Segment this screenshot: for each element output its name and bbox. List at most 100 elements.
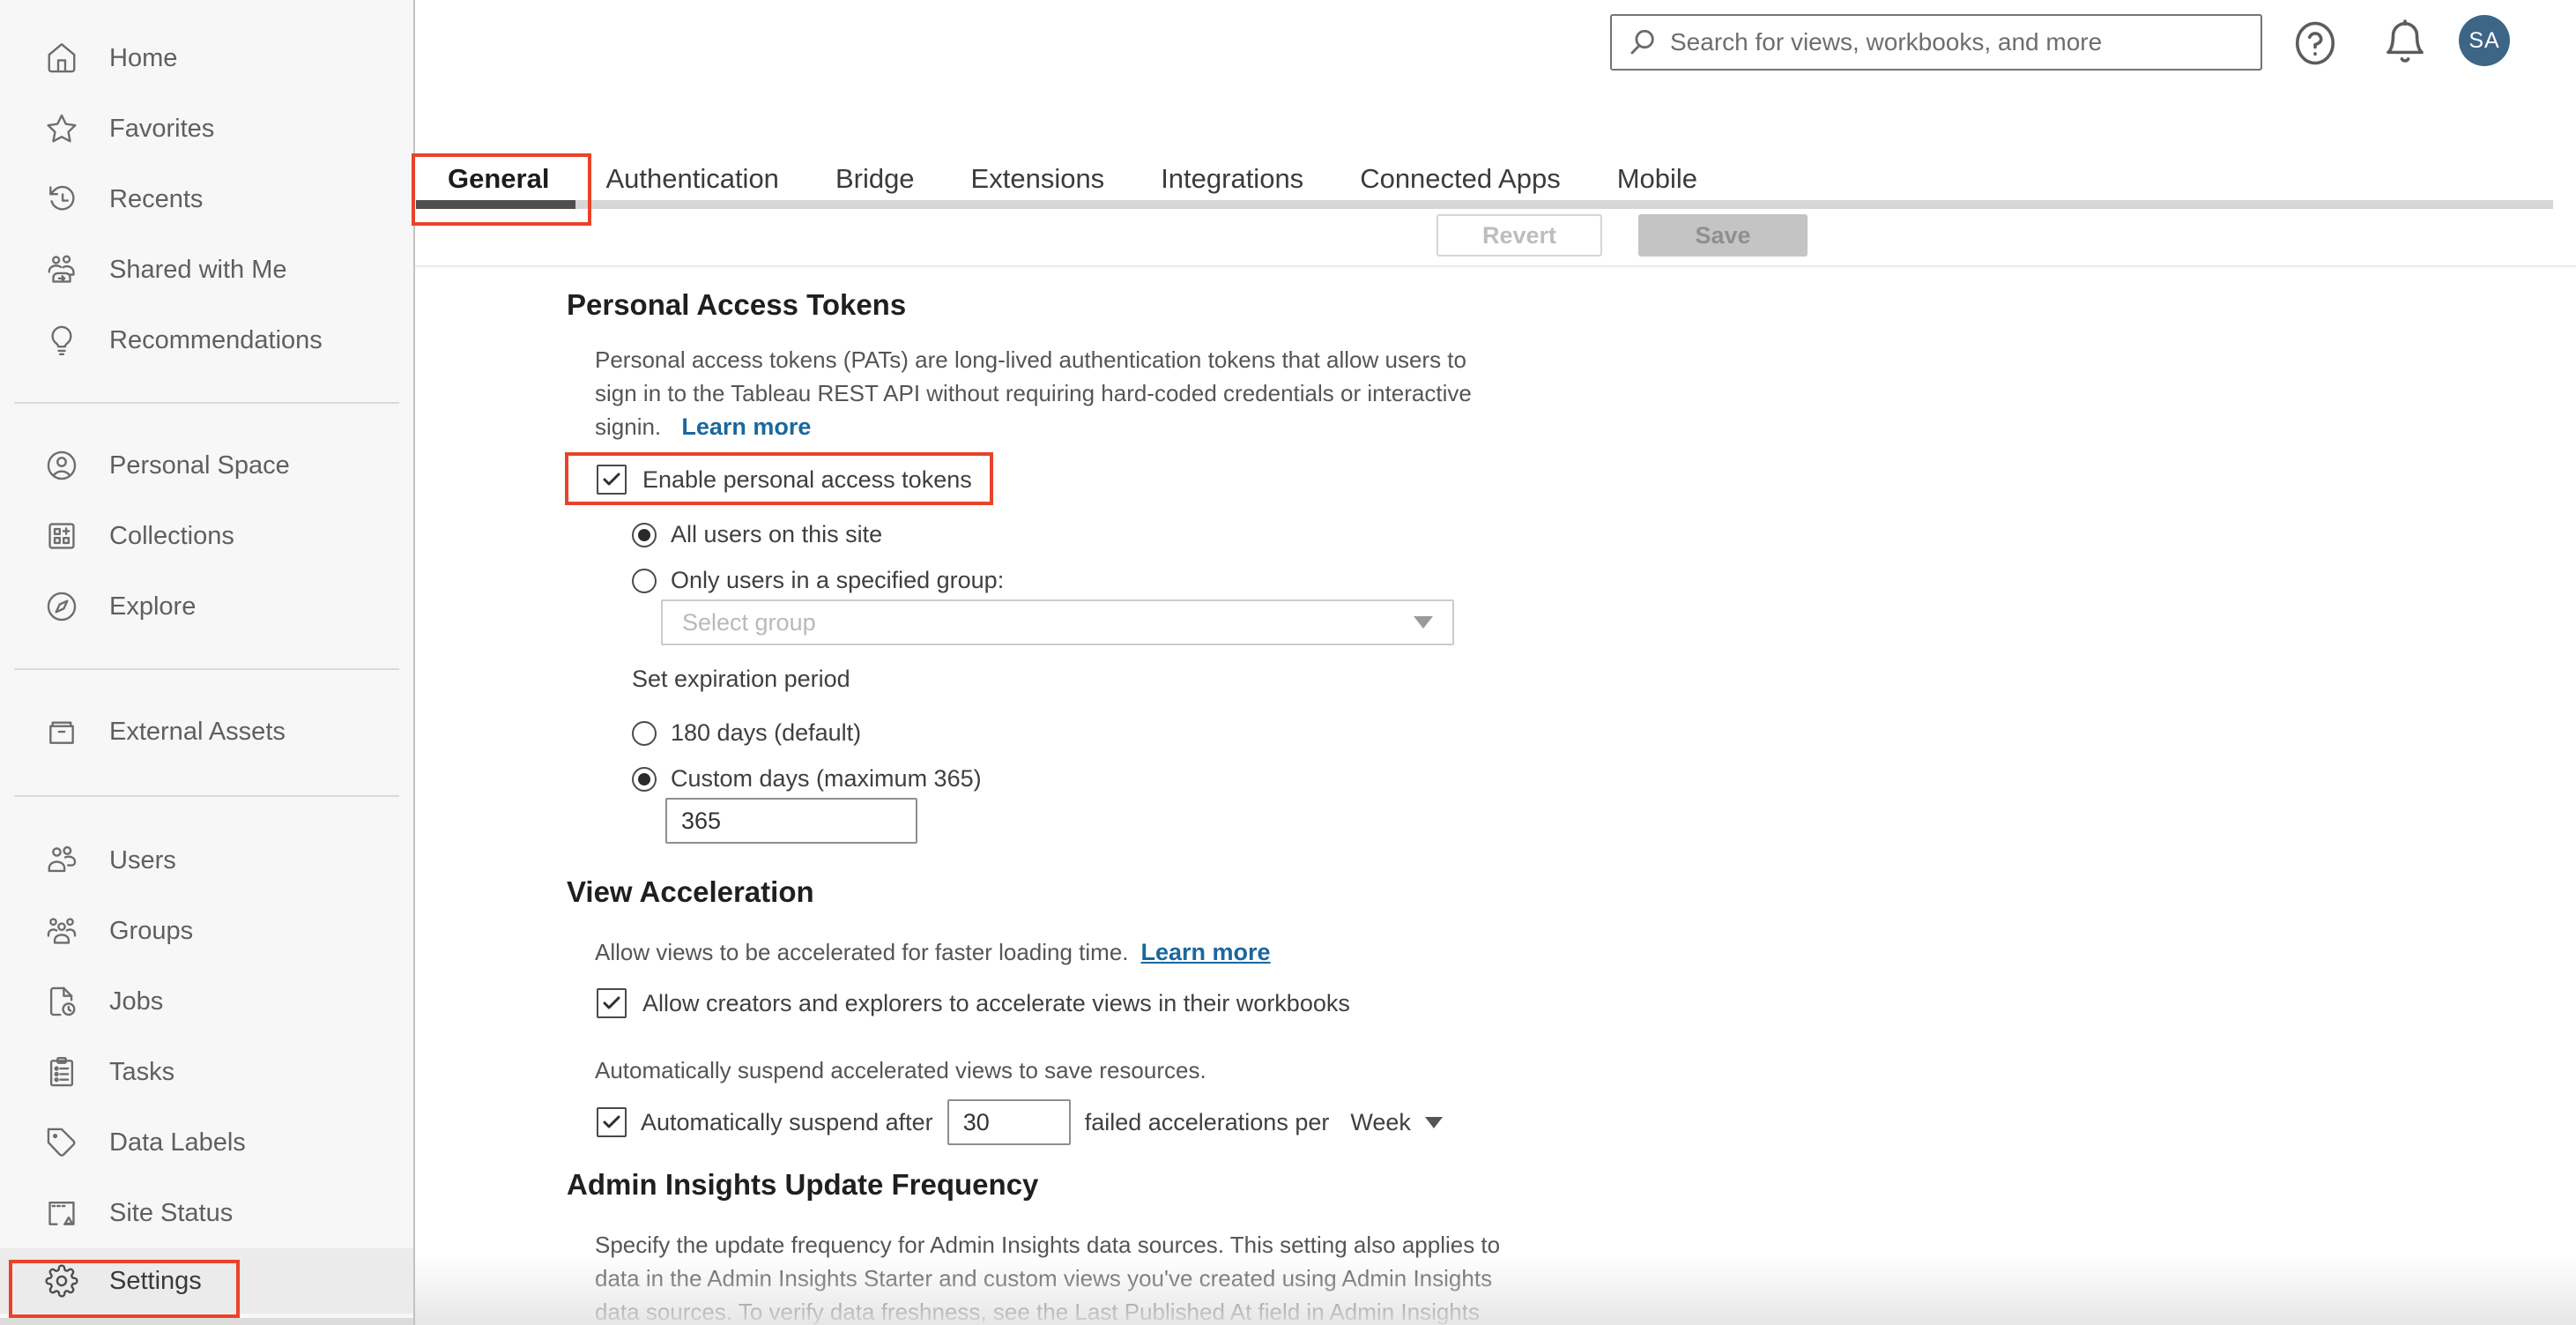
check-icon	[603, 473, 620, 486]
tab-bottom-strip	[420, 200, 2553, 209]
sidebar-item-collections[interactable]: Collections	[0, 501, 413, 571]
revert-button[interactable]: Revert	[1436, 214, 1602, 257]
failed-accelerations-input[interactable]	[947, 1099, 1071, 1145]
sidebar-item-explore[interactable]: Explore	[0, 571, 413, 642]
sidebar-item-label: Groups	[109, 916, 194, 945]
enable-pat-label: Enable personal access tokens	[642, 465, 972, 493]
group-select-placeholder: Select group	[682, 608, 816, 636]
groups-icon	[44, 913, 79, 949]
sidebar-item-personal-space[interactable]: Personal Space	[0, 430, 413, 501]
sidebar-item-data-labels[interactable]: Data Labels	[0, 1107, 413, 1178]
all-users-radio[interactable]	[632, 522, 657, 547]
custom-days-radio[interactable]	[632, 766, 657, 792]
compass-icon	[44, 589, 79, 624]
sidebar-item-label: Recents	[109, 184, 204, 213]
sidebar-item-shared-with-me[interactable]: Shared with Me	[0, 234, 413, 305]
view-acceleration-title: View Acceleration	[567, 875, 814, 908]
tableau-settings-page: { "topbar": { "search_placeholder": "Sea…	[0, 0, 2576, 1325]
sidebar-item-label: Explore	[109, 592, 197, 621]
sidebar-divider	[14, 668, 399, 670]
period-dropdown[interactable]: Week	[1350, 1109, 1443, 1136]
shared-with-me-icon	[44, 252, 79, 287]
sidebar-item-favorites[interactable]: Favorites	[0, 93, 413, 164]
sidebar-item-jobs[interactable]: Jobs	[0, 966, 413, 1037]
chevron-down-icon	[1424, 1116, 1443, 1128]
search-input[interactable]	[1670, 28, 2245, 56]
specified-group-radio-row: Only users in a specified group:	[632, 567, 1004, 594]
tasks-clipboard-icon	[44, 1054, 79, 1090]
sidebar-item-label: Settings	[109, 1266, 202, 1295]
chevron-down-icon	[1414, 616, 1433, 629]
auto-suspend-row: Automatically suspend after failed accel…	[597, 1099, 1443, 1145]
expiration-period-label: Set expiration period	[632, 666, 850, 692]
tab-mobile[interactable]: Mobile	[1617, 163, 1697, 195]
sidebar-item-label: Favorites	[109, 114, 215, 143]
sidebar-item-groups[interactable]: Groups	[0, 896, 413, 966]
va-learn-more-link[interactable]: Learn more	[1141, 939, 1271, 966]
global-search[interactable]	[1610, 14, 2262, 71]
external-assets-icon	[44, 714, 79, 749]
collections-icon	[44, 518, 79, 554]
tab-extensions[interactable]: Extensions	[971, 163, 1105, 195]
sidebar-item-recommendations[interactable]: Recommendations	[0, 305, 413, 376]
tab-authentication[interactable]: Authentication	[605, 163, 778, 195]
sidebar-item-label: Shared with Me	[109, 255, 287, 284]
group-select-dropdown[interactable]: Select group	[661, 599, 1454, 645]
custom-days-radio-row: Custom days (maximum 365)	[632, 765, 982, 793]
sidebar-item-label: Home	[109, 43, 178, 72]
view-acceleration-desc-row: Allow views to be accelerated for faster…	[595, 938, 1271, 966]
users-icon	[44, 843, 79, 878]
sidebar-item-recents[interactable]: Recents	[0, 164, 413, 234]
days-180-radio[interactable]	[632, 720, 657, 746]
sidebar-item-site-status[interactable]: Site Status	[0, 1178, 413, 1248]
personal-space-icon	[44, 448, 79, 483]
gear-icon	[44, 1263, 79, 1299]
save-button[interactable]: Save	[1638, 214, 1808, 257]
pat-description: Personal access tokens (PATs) are long-l…	[595, 346, 1472, 440]
specified-group-radio[interactable]	[632, 568, 657, 593]
sidebar-item-settings[interactable]: Settings	[0, 1248, 413, 1314]
auto-suspend-checkbox[interactable]	[597, 1107, 627, 1137]
tab-general[interactable]: General	[448, 163, 549, 195]
lightbulb-icon	[44, 323, 79, 358]
recents-clock-icon	[44, 182, 79, 217]
tab-bridge[interactable]: Bridge	[835, 163, 915, 195]
sidebar-divider	[14, 402, 399, 404]
tab-connected-apps[interactable]: Connected Apps	[1360, 163, 1561, 195]
pat-section-title: Personal Access Tokens	[567, 288, 907, 321]
sidebar-item-tasks[interactable]: Tasks	[0, 1037, 413, 1107]
notifications-button[interactable]	[2381, 18, 2429, 69]
site-status-icon	[44, 1195, 79, 1231]
check-icon	[603, 1115, 620, 1128]
user-avatar[interactable]: SA	[2459, 15, 2510, 66]
settings-content: Personal Access Tokens Personal access t…	[415, 267, 2576, 1325]
settings-tab-bar: General Authentication Bridge Extensions…	[415, 159, 2576, 199]
star-icon	[44, 111, 79, 146]
sidebar-item-external-assets[interactable]: External Assets	[0, 696, 413, 767]
sidebar-item-label: Personal Space	[109, 450, 290, 480]
allow-accelerate-checkbox[interactable]	[597, 988, 627, 1018]
suspend-description: Automatically suspend accelerated views …	[595, 1057, 1206, 1083]
sidebar-item-label: Jobs	[109, 986, 164, 1016]
enable-pat-checkbox[interactable]	[597, 465, 627, 495]
pat-learn-more-link[interactable]: Learn more	[681, 413, 811, 440]
home-icon	[44, 41, 79, 76]
sidebar-item-home[interactable]: Home	[0, 23, 413, 93]
sidebar-divider	[14, 795, 399, 797]
custom-days-input[interactable]	[665, 798, 917, 844]
sidebar-item-label: Tasks	[109, 1057, 175, 1086]
sidebar-item-label: Recommendations	[109, 325, 323, 354]
admin-insights-description: Specify the update frequency for Admin I…	[595, 1232, 1501, 1325]
sidebar-bottom-strip	[0, 1318, 413, 1325]
enable-pat-row: Enable personal access tokens	[597, 465, 972, 495]
tab-integrations[interactable]: Integrations	[1161, 163, 1303, 195]
bell-icon	[2387, 19, 2424, 63]
jobs-document-clock-icon	[44, 984, 79, 1019]
check-icon	[603, 996, 620, 1009]
help-button[interactable]	[2291, 19, 2339, 67]
sidebar-item-users[interactable]: Users	[0, 825, 413, 896]
help-icon	[2295, 21, 2335, 65]
admin-insights-title: Admin Insights Update Frequency	[567, 1168, 1039, 1201]
sidebar-nav-list: Home Favorites Recents Shared with Me Re…	[0, 0, 413, 1314]
days-180-radio-row: 180 days (default)	[632, 719, 861, 747]
